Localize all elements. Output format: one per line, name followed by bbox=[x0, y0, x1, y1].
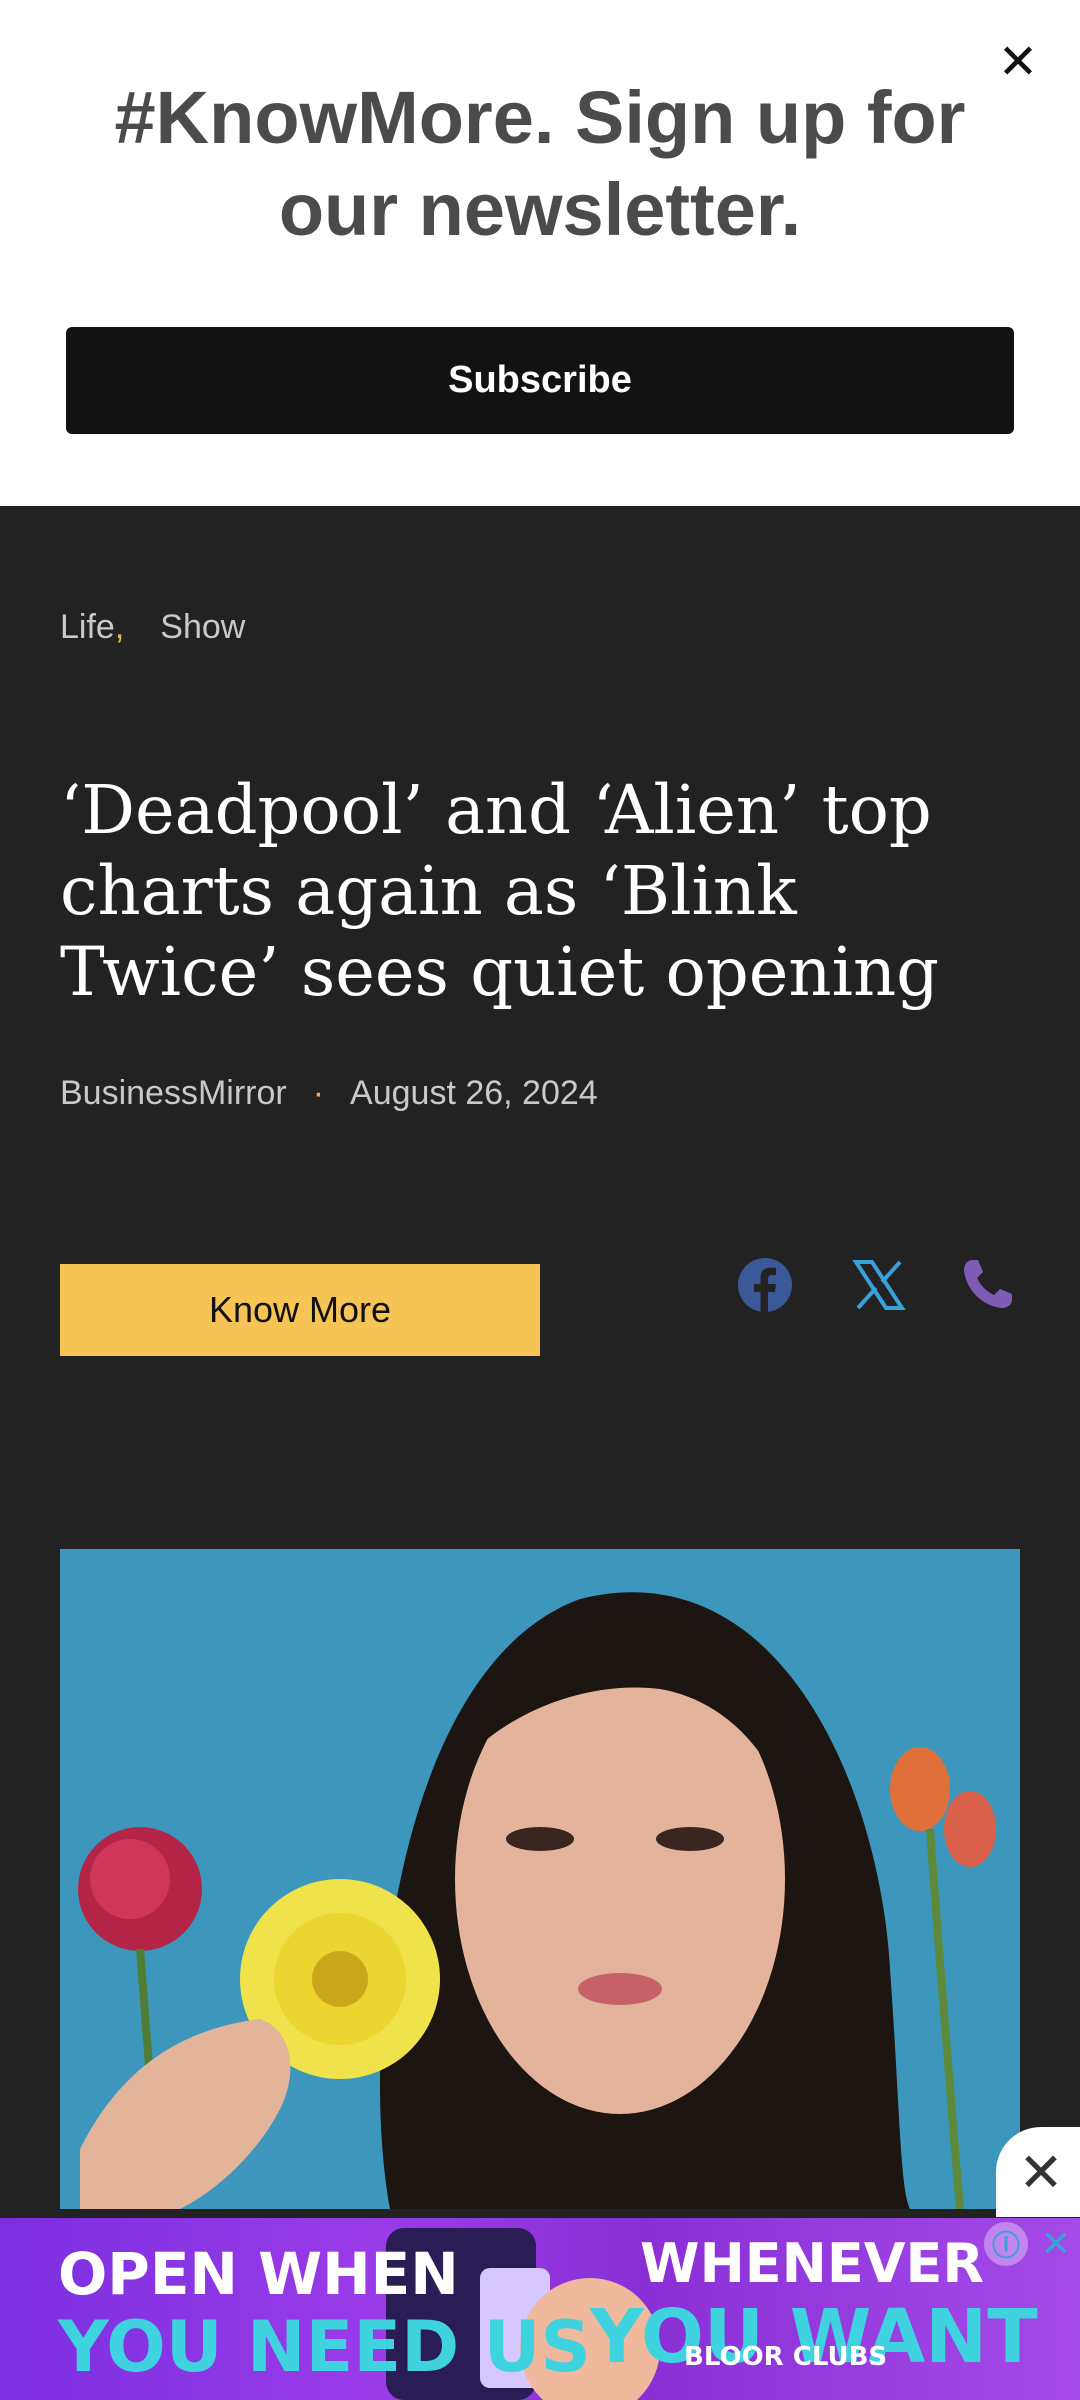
newsletter-banner: ✕ #KnowMore. Sign up for our newsletter.… bbox=[0, 0, 1080, 506]
phone-icon[interactable] bbox=[958, 1256, 1016, 1314]
category-life[interactable]: Life bbox=[60, 608, 115, 646]
byline: BusinessMirror · August 26, 2024 bbox=[60, 1074, 598, 1113]
publish-date: August 26, 2024 bbox=[350, 1074, 598, 1112]
ad-dismiss-icon[interactable]: ✕ bbox=[1034, 2222, 1078, 2266]
know-more-button[interactable]: Know More bbox=[60, 1264, 540, 1356]
woman-with-yellow-flower-photo bbox=[60, 1549, 1020, 2209]
article-headline: ‘Deadpool’ and ‘Alien’ top charts again … bbox=[60, 771, 940, 1011]
x-icon[interactable] bbox=[850, 1256, 908, 1314]
ad-close-button[interactable]: ✕ bbox=[996, 2127, 1080, 2217]
source-name[interactable]: BusinessMirror bbox=[60, 1074, 287, 1112]
category-list: Life, Show bbox=[60, 608, 245, 647]
subscribe-button[interactable]: Subscribe bbox=[66, 327, 1014, 434]
article-photo bbox=[60, 1549, 1020, 2209]
ad-info-icon[interactable]: ⓘ bbox=[984, 2222, 1028, 2266]
category-show[interactable]: Show bbox=[160, 608, 245, 646]
newsletter-title: #KnowMore. Sign up for our newsletter. bbox=[114, 76, 966, 251]
advertisement-banner[interactable]: OPEN WHEN YOU NEED US WHENEVER YOU WANT … bbox=[0, 2218, 1080, 2400]
ad-right-line1: WHENEVER bbox=[640, 2232, 984, 2295]
category-separator: , bbox=[114, 608, 125, 646]
byline-dot: · bbox=[312, 1074, 325, 1112]
ad-left-line2: YOU NEED US bbox=[58, 2306, 591, 2388]
ad-left-line1: OPEN WHEN bbox=[58, 2240, 459, 2308]
facebook-icon[interactable] bbox=[736, 1256, 794, 1314]
ad-right-line3: BLOOR CLUBS bbox=[684, 2342, 888, 2372]
